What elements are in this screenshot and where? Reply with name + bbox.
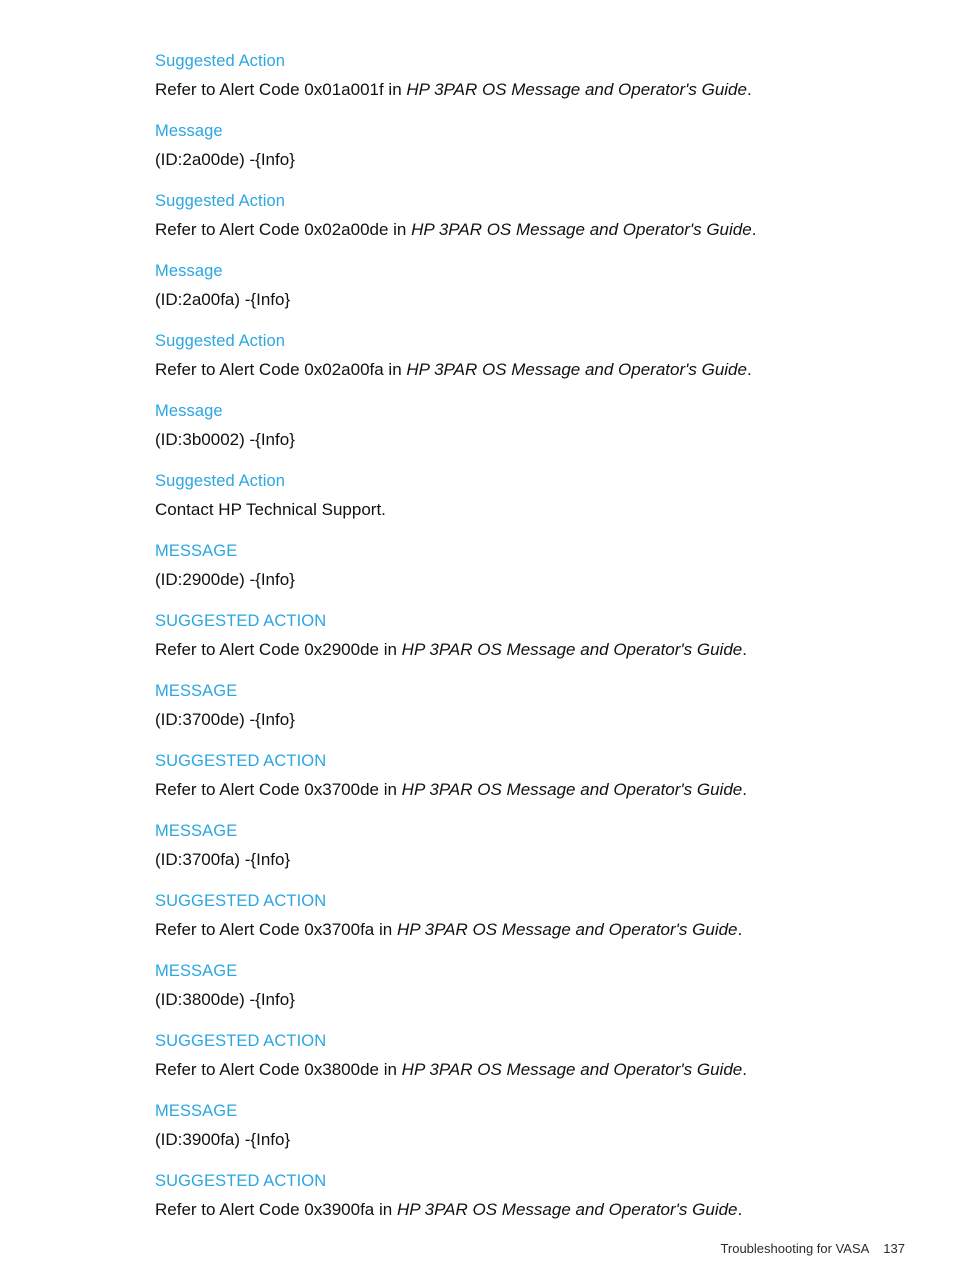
referenced-guide-title: HP 3PAR OS Message and Operator's Guide — [401, 640, 743, 659]
body-text-prefix: Refer to Alert Code 0x3700fa in — [155, 920, 397, 939]
block-body-text: Refer to Alert Code 0x3700fa in HP 3PAR … — [155, 918, 915, 941]
block-body-text: Refer to Alert Code 0x3700de in HP 3PAR … — [155, 778, 915, 801]
referenced-guide-title: HP 3PAR OS Message and Operator's Guide — [396, 920, 738, 939]
body-text-prefix: Refer to Alert Code 0x3700de in — [155, 780, 402, 799]
message-block: SUGGESTED ACTION Refer to Alert Code 0x38… — [155, 1030, 915, 1081]
body-text-suffix: . — [746, 80, 752, 99]
block-body-text: Contact HP Technical Support. — [155, 498, 915, 521]
body-text-prefix: Refer to Alert Code 0x2900de in — [155, 640, 402, 659]
body-text-prefix: (ID:2a00fa) -{Info} — [155, 290, 291, 309]
block-heading: MESSAGE — [155, 962, 238, 980]
message-block: MESSAGE (ID:3700fa) -{Info} — [155, 820, 915, 871]
block-heading: Message — [155, 122, 223, 140]
body-text-prefix: (ID:3700fa) -{Info} — [155, 850, 291, 869]
block-heading: Message — [155, 402, 223, 420]
message-block: Suggested Action Refer to Alert Code 0x02… — [155, 330, 915, 381]
block-body-text: Refer to Alert Code 0x2900de in HP 3PAR … — [155, 638, 915, 661]
body-text-suffix: . — [742, 1060, 747, 1079]
message-block: SUGGESTED ACTION Refer to Alert Code 0x29… — [155, 610, 915, 661]
referenced-guide-title: HP 3PAR OS Message and Operator's Guide — [401, 1060, 743, 1079]
message-block: Message (ID:2a00de) -{Info} — [155, 120, 915, 171]
body-text-suffix: . — [742, 640, 747, 659]
block-heading: MESSAGE — [155, 542, 238, 560]
body-text-suffix: . — [737, 920, 743, 939]
block-heading: MESSAGE — [155, 822, 238, 840]
body-text-suffix: . — [746, 360, 752, 379]
block-body-text: (ID:3900fa) -{Info} — [155, 1128, 915, 1151]
block-body-text: (ID:2a00fa) -{Info} — [155, 288, 915, 311]
body-text-prefix: Refer to Alert Code 0x3800de in — [155, 1060, 402, 1079]
block-heading: Suggested Action — [155, 192, 286, 210]
message-block: Suggested Action Refer to Alert Code 0x01… — [155, 50, 915, 101]
document-body: Suggested Action Refer to Alert Code 0x01… — [155, 50, 915, 1221]
footer-page-number: 137 — [883, 1241, 905, 1256]
block-body-text: Refer to Alert Code 0x3800de in HP 3PAR … — [155, 1058, 915, 1081]
page-footer: Troubleshooting for VASA 137 — [155, 1222, 905, 1271]
block-heading: SUGGESTED ACTION — [155, 752, 327, 770]
block-body-text: (ID:3b0002) -{Info} — [155, 428, 915, 451]
block-body-text: Refer to Alert Code 0x01a001f in HP 3PAR… — [155, 78, 915, 101]
body-text-prefix: Refer to Alert Code 0x02a00fa in — [155, 360, 407, 379]
message-block: Message (ID:3b0002) -{Info} — [155, 400, 915, 451]
message-block: Message (ID:2a00fa) -{Info} — [155, 260, 915, 311]
body-text-prefix: Refer to Alert Code 0x3900fa in — [155, 1200, 397, 1219]
body-text-suffix: . — [737, 1200, 743, 1219]
block-heading: SUGGESTED ACTION — [155, 892, 327, 910]
body-text-prefix: Contact HP Technical Support. — [155, 500, 386, 519]
block-body-text: Refer to Alert Code 0x02a00fa in HP 3PAR… — [155, 358, 915, 381]
block-heading: MESSAGE — [155, 682, 238, 700]
block-heading: Suggested Action — [155, 52, 286, 70]
message-block: SUGGESTED ACTION Refer to Alert Code 0x37… — [155, 750, 915, 801]
message-block: Suggested Action Contact HP Technical Sup… — [155, 470, 915, 521]
document-page: Suggested Action Refer to Alert Code 0x01… — [0, 0, 954, 1271]
body-text-prefix: (ID:3700de) -{Info} — [155, 710, 295, 729]
body-text-prefix: Refer to Alert Code 0x02a00de in — [155, 220, 412, 239]
body-text-prefix: (ID:2a00de) -{Info} — [155, 150, 295, 169]
referenced-guide-title: HP 3PAR OS Message and Operator's Guide — [411, 220, 752, 239]
referenced-guide-title: HP 3PAR OS Message and Operator's Guide — [406, 80, 747, 99]
block-heading: Suggested Action — [155, 472, 286, 490]
body-text-prefix: (ID:2900de) -{Info} — [155, 570, 295, 589]
footer-chapter-label: Troubleshooting for VASA — [720, 1241, 870, 1256]
block-body-text: Refer to Alert Code 0x02a00de in HP 3PAR… — [155, 218, 915, 241]
referenced-guide-title: HP 3PAR OS Message and Operator's Guide — [401, 780, 743, 799]
message-block: Suggested Action Refer to Alert Code 0x02… — [155, 190, 915, 241]
message-block: SUGGESTED ACTION Refer to Alert Code 0x37… — [155, 890, 915, 941]
block-body-text: Refer to Alert Code 0x3900fa in HP 3PAR … — [155, 1198, 915, 1221]
body-text-prefix: Refer to Alert Code 0x01a001f in — [155, 80, 407, 99]
body-text-prefix: (ID:3800de) -{Info} — [155, 990, 295, 1009]
body-text-suffix: . — [751, 220, 757, 239]
block-heading: Message — [155, 262, 223, 280]
block-heading: SUGGESTED ACTION — [155, 1172, 327, 1190]
message-block: MESSAGE (ID:3900fa) -{Info} — [155, 1100, 915, 1151]
message-block: MESSAGE (ID:3800de) -{Info} — [155, 960, 915, 1011]
block-body-text: (ID:3800de) -{Info} — [155, 988, 915, 1011]
body-text-prefix: (ID:3b0002) -{Info} — [155, 430, 295, 449]
message-block: MESSAGE (ID:3700de) -{Info} — [155, 680, 915, 731]
block-body-text: (ID:2a00de) -{Info} — [155, 148, 915, 171]
message-block: SUGGESTED ACTION Refer to Alert Code 0x39… — [155, 1170, 915, 1221]
block-heading: MESSAGE — [155, 1102, 238, 1120]
message-block: MESSAGE (ID:2900de) -{Info} — [155, 540, 915, 591]
referenced-guide-title: HP 3PAR OS Message and Operator's Guide — [396, 1200, 738, 1219]
body-text-prefix: (ID:3900fa) -{Info} — [155, 1130, 291, 1149]
block-heading: SUGGESTED ACTION — [155, 612, 327, 630]
referenced-guide-title: HP 3PAR OS Message and Operator's Guide — [406, 360, 747, 379]
block-body-text: (ID:3700fa) -{Info} — [155, 848, 915, 871]
body-text-suffix: . — [742, 780, 747, 799]
block-heading: Suggested Action — [155, 332, 286, 350]
block-heading: SUGGESTED ACTION — [155, 1032, 327, 1050]
block-body-text: (ID:3700de) -{Info} — [155, 708, 915, 731]
block-body-text: (ID:2900de) -{Info} — [155, 568, 915, 591]
